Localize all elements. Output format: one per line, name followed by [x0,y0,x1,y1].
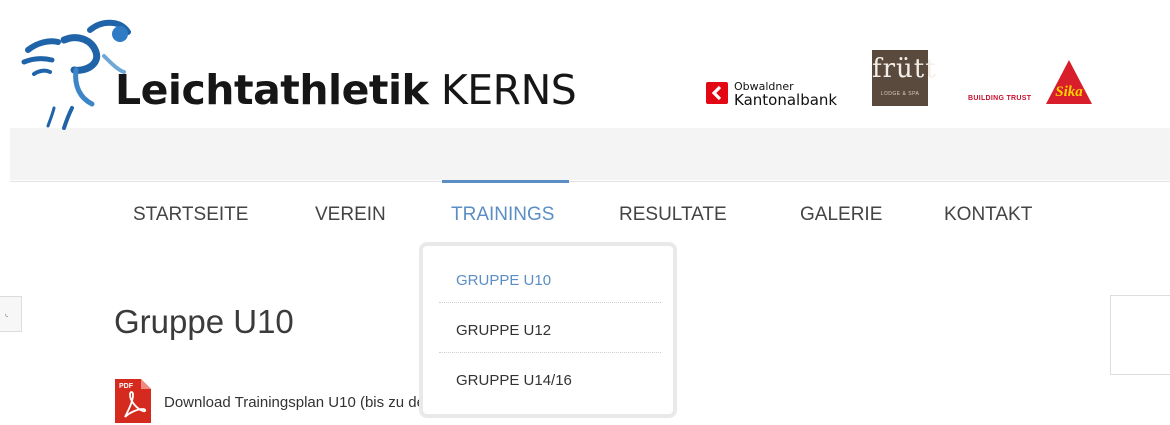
nav-item-galerie[interactable]: GALERIE [800,204,882,226]
nav-top-divider [10,181,1170,182]
sika-triangle-icon: Sika [1046,60,1092,104]
right-side-box[interactable] [1110,295,1170,375]
left-side-tab[interactable]: ◟ [0,296,22,332]
okb-chevron-icon [711,85,722,101]
nav-item-startseite[interactable]: STARTSEITE [133,204,248,226]
nav-item-kontakt[interactable]: KONTAKT [944,204,1032,226]
dropdown-item-gruppe-u12[interactable]: GRUPPE U12 [456,322,551,339]
sponsor-okb-logo[interactable]: Obwaldner Kantonalbank [706,76,856,116]
nav-item-trainings[interactable]: TRAININGS [451,204,554,226]
page-title: Gruppe U10 [114,303,294,340]
dropdown-item-gruppe-u10[interactable]: GRUPPE U10 [456,272,551,289]
frutt-wordmark: frütt [872,54,937,84]
sponsor-frutt-logo[interactable]: frütt LODGE & SPA [872,50,937,106]
search-icon: ◟ [5,309,9,318]
dropdown-separator [439,302,661,303]
dropdown-item-gruppe-u14-16[interactable]: GRUPPE U14/16 [456,372,572,389]
frutt-subtitle: LODGE & SPA [880,91,920,97]
pdf-icon-label: PDF [119,383,134,390]
brand-name-bold: Leichtathletik [115,66,429,114]
nav-item-resultate[interactable]: RESULTATE [619,204,727,226]
sponsor-sika-logo[interactable]: BUILDING TRUST Sika [968,58,1098,110]
sika-wordmark: Sika [1055,84,1083,100]
site-logo-text[interactable]: Leichtathletik KERNS [115,66,577,114]
okb-name-line2: Kantonalbank [734,91,838,109]
dropdown-separator [439,352,661,353]
nav-active-indicator [442,180,569,183]
okb-badge-icon [706,82,728,104]
nav-item-verein[interactable]: VEREIN [315,204,386,226]
sika-claim: BUILDING TRUST [968,95,1032,102]
trainings-dropdown-menu: GRUPPE U10 GRUPPE U12 GRUPPE U14/16 [419,242,677,418]
brand-name-regular: KERNS [440,66,577,114]
header-background-band [10,128,1170,180]
pdf-icon[interactable]: PDF [115,379,151,423]
